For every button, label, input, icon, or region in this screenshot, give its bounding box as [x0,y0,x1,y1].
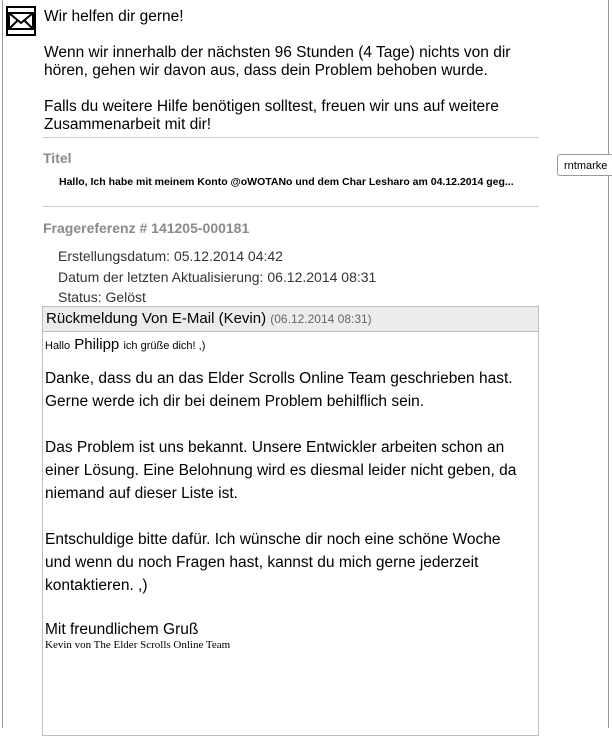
divider [43,137,539,138]
intro-heading: Wir helfen dir gerne! [44,8,184,25]
reply-paragraph-2: Das Problem ist uns bekannt. Unsere Entw… [45,439,517,502]
envelope-icon [6,6,36,36]
reply-body: Hallo Philipp ich grüße dich! ,) Danke, … [43,332,538,651]
intro-message: Wir helfen dir gerne! Wenn wir innerhalb… [44,8,544,152]
intro-paragraph-2: Falls du weitere Hilfe benötigen solltes… [44,98,499,133]
reply-paragraph-1: Danke, dass du an das Elder Scrolls Onli… [45,370,513,410]
reply-sender: Rückmeldung Von E-Mail (Kevin) [46,310,267,327]
greeting-rest: ich grüße dich! ,) [123,340,206,352]
created-date: Erstellungsdatum: 05.12.2014 04:42 [58,248,283,264]
reply-greeting: Hallo Philipp ich grüße dich! ,) [45,334,538,357]
reference-number: Fragereferenz # 141205-000181 [43,220,250,236]
reply-header: Rückmeldung Von E-Mail (Kevin) (06.12.20… [43,307,538,332]
reply-signature: Kevin von The Elder Scrolls Online Team [45,639,231,651]
reply-text: Danke, dass du an das Elder Scrolls Onli… [45,367,525,597]
greeting-name: Philipp [74,336,120,353]
ticket-title: Hallo, Ich habe mit meinem Konto @oWOTAN… [59,176,514,188]
reply-timestamp: (06.12.2014 08:31) [270,312,372,326]
divider [43,206,539,207]
updated-date: Datum der letzten Aktualisierung: 06.12.… [58,268,377,285]
reply-closing: Mit freundlichem Gruß [45,621,199,638]
title-label: Titel [43,150,72,166]
greeting-hallo: Hallo [45,340,71,352]
intro-paragraph-1: Wenn wir innerhalb der nächsten 96 Stund… [44,44,511,79]
reply-thread: Rückmeldung Von E-Mail (Kevin) (06.12.20… [42,306,539,736]
side-tab[interactable]: rntmarke [557,154,612,176]
status-text: Status: Gelöst [58,289,146,305]
ticket-meta: Erstellungsdatum: 05.12.2014 04:42 Datum… [58,246,376,308]
reply-paragraph-3: Entschuldige bitte dafür. Ich wünsche di… [45,531,501,594]
